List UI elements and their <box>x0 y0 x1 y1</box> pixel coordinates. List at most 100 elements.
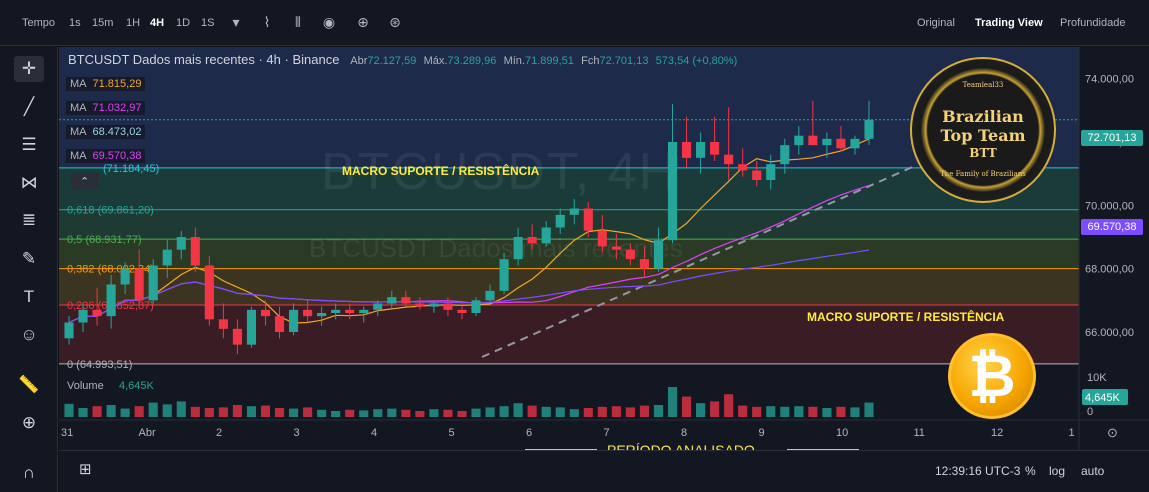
bitcoin-coin-icon: ₿ <box>948 333 1036 419</box>
candle-body <box>696 142 706 158</box>
volume-bar <box>120 408 130 417</box>
candle-body <box>148 265 158 301</box>
volume-bar <box>373 409 383 417</box>
candle-body <box>471 300 481 313</box>
volume-bar <box>218 407 228 417</box>
ma-legend-3[interactable]: MA 68.473,02 <box>66 125 146 139</box>
volume-bar <box>317 409 327 417</box>
trend-line-icon[interactable]: ╱ <box>14 94 44 120</box>
open-value: 72.127,59 <box>367 55 417 67</box>
price-tick-label: 66.000,00 <box>1085 327 1134 339</box>
top-toolbar: Tempo 1s 15m 1H 4H 1D 1S ▾ ⌇ ⫴ ◉ ⊕ ⊛ Ori… <box>0 0 1149 46</box>
volume-bar <box>331 411 341 417</box>
log-toggle[interactable]: log <box>1049 464 1065 478</box>
view-depth[interactable]: Profundidade <box>1060 17 1125 29</box>
add-indicator-icon[interactable]: ⊕ <box>355 14 371 30</box>
low-value: 71.899,51 <box>524 55 574 67</box>
ma-label: MA <box>70 126 87 138</box>
candle-body <box>794 135 804 146</box>
time-tick-label: 8 <box>681 427 687 439</box>
time-tick-label: Abr <box>139 427 156 439</box>
candle-body <box>260 309 271 317</box>
candle-body <box>274 316 285 332</box>
fib-label: 0 (64.993,51) <box>67 359 132 371</box>
candle-body <box>485 290 495 301</box>
candle-body <box>317 313 327 317</box>
brush-icon[interactable]: ✎ <box>14 246 44 272</box>
ma-legend-4[interactable]: MA 69.570,38 <box>66 149 146 163</box>
volume-bar <box>541 406 551 417</box>
chart-type-icon[interactable]: ⌇ <box>259 14 275 30</box>
candle-body <box>92 309 102 317</box>
candle-body <box>373 303 383 310</box>
percent-toggle[interactable]: % <box>1025 464 1036 478</box>
volume-tag-label: 4,645K <box>1085 392 1121 404</box>
volume-bar <box>527 405 537 417</box>
interval-15m[interactable]: 15m <box>92 17 113 29</box>
ma-legend-1[interactable]: MA 71.815,29 <box>66 77 146 91</box>
volume-bar <box>64 403 74 417</box>
candle-body <box>527 237 537 244</box>
volume-bar <box>625 407 635 417</box>
interval-1d[interactable]: 1D <box>176 17 190 29</box>
macro-bottom-annotation: MACRO SUPORTE / RESISTÊNCIA <box>807 309 1005 324</box>
logo-ring-top: Teamleal33 <box>962 81 1004 89</box>
interval-1s[interactable]: 1s <box>69 17 81 29</box>
close-label: Fch <box>581 55 600 67</box>
volume-bar <box>681 396 692 417</box>
candle-body <box>611 246 621 250</box>
low-label: Mín. <box>503 55 525 67</box>
emoji-icon[interactable]: ☺ <box>14 322 44 348</box>
volume-bar <box>555 407 565 417</box>
volume-bar <box>260 405 271 417</box>
chevron-down-icon[interactable]: ▾ <box>228 14 244 30</box>
ruler-icon[interactable]: 📏 <box>14 372 44 398</box>
volume-bar <box>569 409 579 417</box>
price-tick-label: 68.000,00 <box>1085 264 1134 276</box>
volume-bar <box>134 406 144 417</box>
volume-bar <box>667 387 678 417</box>
logo-line-2: Top Team <box>940 126 1026 145</box>
high-value: 73.289,96 <box>447 55 497 67</box>
interval-4h[interactable]: 4H <box>150 17 164 29</box>
volume-axis-top: 10K <box>1087 372 1107 384</box>
date-range-icon[interactable]: ⊞ <box>79 460 92 478</box>
candle-body <box>710 142 720 155</box>
view-original[interactable]: Original <box>917 17 955 29</box>
volume-bar <box>401 409 411 417</box>
ma-label: MA <box>70 78 87 90</box>
candle-body <box>106 284 116 317</box>
ma-price-tag: 69.570,38 <box>1081 219 1143 235</box>
logo-line-1: Brazilian <box>942 107 1024 126</box>
volume-bar <box>766 406 776 417</box>
ma-legend-2[interactable]: MA 71.032,97 <box>66 101 146 115</box>
volume-bar <box>653 405 664 417</box>
text-icon[interactable]: T <box>14 284 44 310</box>
time-tick-label: 6 <box>526 427 532 439</box>
candle-body <box>387 297 397 304</box>
pattern-icon[interactable]: ⋈ <box>14 170 44 196</box>
interval-1s-week[interactable]: 1S <box>201 17 214 29</box>
candle-body <box>345 309 355 313</box>
macro-top-annotation: MACRO SUPORTE / RESISTÊNCIA <box>342 163 540 178</box>
crosshair-icon[interactable]: ✛ <box>14 56 44 82</box>
high-label: Máx. <box>423 55 448 67</box>
volume-label: Volume <box>67 380 104 392</box>
horizontal-lines-icon[interactable]: ☰ <box>14 132 44 158</box>
candle-body <box>303 309 313 317</box>
candle-body <box>359 309 369 313</box>
view-tradingview[interactable]: Trading View <box>975 17 1043 29</box>
interval-1h[interactable]: 1H <box>126 17 140 29</box>
fib-icon[interactable]: ≣ <box>14 207 44 233</box>
volume-bar <box>822 408 832 417</box>
settings-icon[interactable]: ⊛ <box>387 14 403 30</box>
magnet-icon[interactable]: ∩ <box>14 460 44 486</box>
auto-toggle[interactable]: auto <box>1081 464 1104 478</box>
camera-icon[interactable]: ◉ <box>321 14 337 30</box>
volume-bar <box>499 406 509 417</box>
zoom-icon[interactable]: ⊕ <box>14 410 44 436</box>
volume-bar <box>611 406 621 417</box>
ma-value: 71.815,29 <box>92 78 142 90</box>
candle-body <box>569 208 579 215</box>
candles-icon[interactable]: ⫴ <box>290 14 306 30</box>
